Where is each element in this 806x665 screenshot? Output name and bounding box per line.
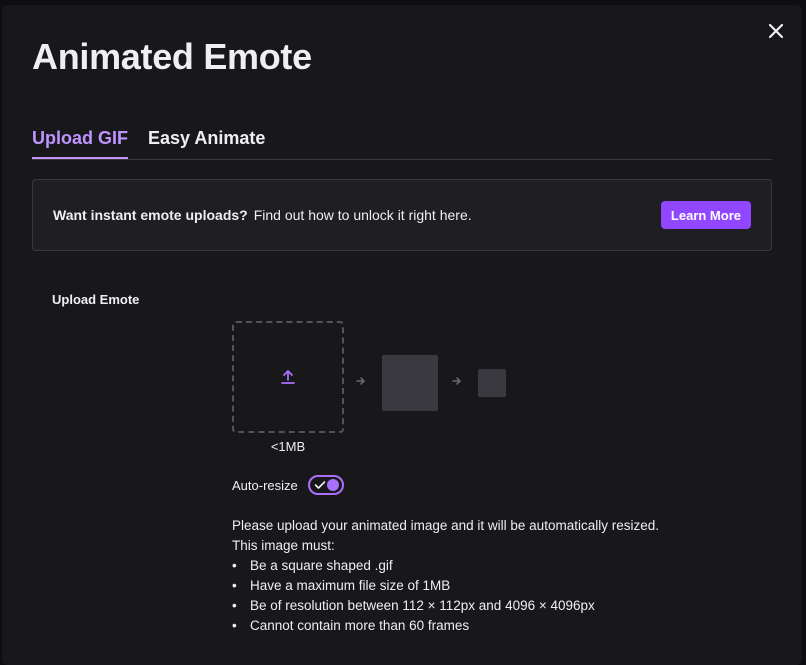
close-button[interactable] bbox=[766, 21, 786, 41]
arrow-right-icon bbox=[356, 377, 365, 385]
learn-more-button[interactable]: Learn More bbox=[660, 201, 751, 229]
tab-easy-animate[interactable]: Easy Animate bbox=[148, 125, 265, 159]
tab-upload-gif[interactable]: Upload GIF bbox=[32, 125, 128, 159]
close-icon bbox=[769, 24, 783, 38]
list-item: Be of resolution between 112 × 112px and… bbox=[232, 596, 659, 616]
upload-icon bbox=[281, 370, 295, 384]
upload-requirements: Please upload your animated image and it… bbox=[232, 516, 659, 636]
preview-large bbox=[382, 355, 438, 411]
animated-emote-modal: Animated Emote Upload GIF Easy Animate W… bbox=[2, 5, 802, 665]
upload-dropzone[interactable] bbox=[232, 321, 344, 433]
description-text: Please upload your animated image and it… bbox=[232, 518, 659, 533]
instant-upload-banner: Want instant emote uploads? Find out how … bbox=[32, 179, 772, 251]
tab-bar: Upload GIF Easy Animate bbox=[32, 125, 772, 160]
toggle-knob bbox=[327, 479, 339, 491]
list-item: Be a square shaped .gif bbox=[232, 556, 659, 576]
banner-text: Want instant emote uploads? Find out how … bbox=[53, 207, 472, 223]
banner-heading: Want instant emote uploads? bbox=[53, 207, 248, 223]
list-item: Have a maximum file size of 1MB bbox=[232, 576, 659, 596]
upload-emote-label: Upload Emote bbox=[52, 292, 140, 307]
preview-small bbox=[478, 369, 506, 397]
list-item: Cannot contain more than 60 frames bbox=[232, 616, 659, 636]
requirements-list: Be a square shaped .gif Have a maximum f… bbox=[232, 556, 659, 636]
modal-title: Animated Emote bbox=[32, 36, 312, 77]
auto-resize-label: Auto-resize bbox=[232, 478, 298, 493]
auto-resize-toggle[interactable] bbox=[308, 475, 344, 495]
requirements-heading: This image must: bbox=[232, 538, 335, 553]
banner-body: Find out how to unlock it right here. bbox=[253, 207, 472, 223]
check-icon bbox=[314, 481, 326, 489]
arrow-right-icon bbox=[452, 377, 461, 385]
max-size-caption: <1MB bbox=[270, 439, 306, 454]
